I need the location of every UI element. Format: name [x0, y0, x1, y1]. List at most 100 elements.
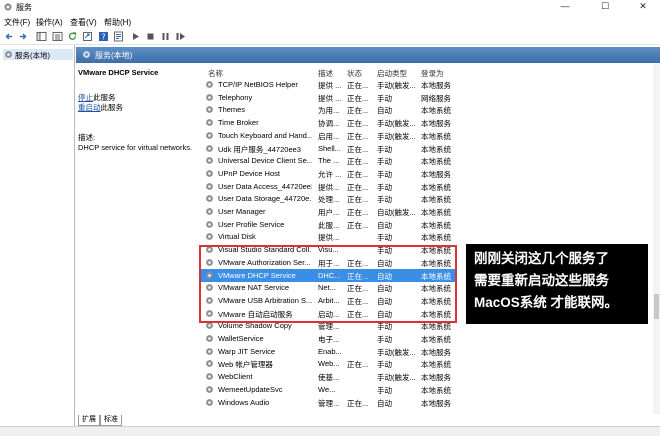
menu-file[interactable]: 文件(F)	[4, 17, 30, 28]
tab-standard[interactable]: 标准	[100, 415, 122, 426]
cell-desc: The ...	[318, 156, 340, 166]
annotation-line-3: MacOS系统 才能联网。	[474, 295, 619, 310]
cell-desc: 协调...	[318, 119, 340, 129]
tab-extended[interactable]: 扩展	[78, 415, 100, 426]
stop-link[interactable]: 停止	[78, 93, 93, 102]
scrollbar-thumb[interactable]	[654, 294, 659, 319]
cell-logon: 网络服务	[421, 93, 451, 103]
table-row[interactable]: Warp JIT Service Enab... 手动(触发... 本地服务	[200, 345, 455, 358]
cell-logon: 本地系统	[421, 131, 451, 141]
table-row[interactable]: UPnP Device Host 允许 ... 正在... 手动 本地服务	[200, 167, 455, 180]
cell-status: 正在...	[347, 195, 369, 205]
maximize-button[interactable]: ☐	[592, 0, 618, 14]
cell-desc: Web...	[318, 359, 340, 369]
table-row[interactable]: WemeetUpdateSvc We... 手动 本地系统	[200, 383, 455, 396]
cell-name: Virtual Disk	[218, 232, 256, 242]
annotation-line-1: 刚刚关闭这几个服务了	[474, 251, 609, 266]
forward-arrow-icon[interactable]	[17, 31, 28, 42]
table-row[interactable]: User Data Access_44720ee3 提供... 正在... 手动 本地系…	[200, 180, 455, 193]
cell-name: Touch Keyboard and Hand...	[218, 130, 312, 140]
service-gear-icon	[206, 385, 213, 393]
table-row[interactable]: Virtual Disk 提供... 手动 本地系统	[200, 230, 455, 243]
list-icon[interactable]	[52, 31, 63, 42]
cell-status: 正在...	[347, 106, 369, 116]
restart-icon[interactable]	[175, 31, 186, 42]
restart-link[interactable]: 重启动	[78, 103, 101, 112]
table-row[interactable]: Udk 用户服务_44720ee3 Shell... 正在... 手动 本地系统	[200, 142, 455, 155]
close-button[interactable]: ✕	[630, 0, 656, 14]
back-arrow-icon[interactable]	[4, 31, 15, 42]
minimize-button[interactable]: —	[552, 0, 578, 14]
cell-startup: 自动	[377, 220, 392, 230]
cell-name: WalletService	[218, 334, 264, 343]
cell-name: User Data Storage_44720e...	[218, 194, 312, 204]
cell-name: WemeetUpdateSvc	[218, 384, 283, 394]
cell-desc: 启用...	[318, 131, 340, 141]
table-row[interactable]: WebClient 使基... 手动(触发... 本地服务	[200, 370, 455, 383]
cell-startup: 手动	[377, 93, 392, 103]
cell-startup: 手动	[377, 195, 392, 205]
cell-status: 正在...	[347, 208, 369, 217]
pause-icon[interactable]	[160, 31, 171, 42]
stop-icon[interactable]	[145, 31, 156, 42]
pane-header: 服务(本地)	[76, 47, 660, 63]
cell-name: User Manager	[218, 207, 266, 216]
cell-name: Themes	[218, 105, 246, 115]
cell-name: Telephony	[218, 92, 253, 102]
table-row[interactable]: TCP/IP NetBIOS Helper 提供 ... 正在... 手动(触发...…	[200, 78, 455, 91]
play-icon[interactable]	[130, 31, 141, 42]
table-row[interactable]: User Profile Service 此服... 正在... 自动 本地系统	[200, 218, 455, 231]
cell-logon: 本地系统	[421, 220, 451, 230]
vertical-scrollbar[interactable]	[653, 64, 660, 414]
cell-logon: 本地系统	[421, 233, 451, 243]
table-row[interactable]: Windows Audio 管理... 正在... 自动 本地服务	[200, 396, 455, 409]
table-row[interactable]: Telephony 提供 ... 正在... 手动 网络服务	[200, 91, 455, 104]
cell-desc: 此服...	[318, 220, 340, 230]
service-gear-icon	[206, 360, 213, 368]
table-row[interactable]: Time Broker 协调... 正在... 手动(触发... 本地服务	[200, 116, 455, 129]
cell-logon: 本地服务	[421, 398, 451, 408]
services-gear-icon	[4, 3, 12, 11]
cell-startup: 手动(触发...	[377, 131, 416, 141]
help-icon[interactable]: ?	[98, 31, 109, 42]
tree-item-services-local[interactable]: 服务(本地)	[3, 49, 73, 60]
cell-logon: 本地服务	[421, 169, 451, 179]
service-gear-icon	[206, 157, 213, 165]
table-row[interactable]: Themes 为用... 正在... 自动 本地系统	[200, 103, 455, 116]
annotation-callout: 刚刚关闭这几个服务了 需要重新启动这些服务 MacOS系统 才能联网。	[466, 244, 648, 324]
cell-startup: 手动	[377, 360, 392, 370]
table-row[interactable]: User Data Storage_44720e... 处理... 正在... 手动 本…	[200, 192, 455, 205]
table-row[interactable]: Web 帐户管理器 Web... 正在... 手动 本地系统	[200, 357, 455, 370]
cell-logon: 本地系统	[421, 335, 451, 344]
export-icon[interactable]	[82, 31, 93, 42]
cell-status: 正在...	[347, 220, 369, 230]
menu-view[interactable]: 查看(V)	[70, 17, 97, 28]
properties-icon[interactable]	[113, 31, 124, 42]
console-tree-icon[interactable]	[36, 31, 47, 42]
cell-logon: 本地系统	[421, 385, 451, 395]
cell-desc: 提供 ...	[318, 93, 342, 103]
service-gear-icon	[206, 208, 213, 215]
cell-desc: 提供...	[318, 233, 340, 243]
cell-startup: 手动(触发...	[377, 81, 416, 90]
cell-name: User Profile Service	[218, 219, 285, 229]
cell-logon: 本地系统	[421, 360, 451, 370]
table-row[interactable]: Universal Device Client Se... The ... 正在..…	[200, 154, 455, 167]
table-row[interactable]: Touch Keyboard and Hand... 启用... 正在... 手动(触…	[200, 129, 455, 142]
title-bar: 服务 — ☐ ✕	[0, 0, 660, 14]
menu-action[interactable]: 操作(A)	[36, 17, 63, 28]
table-row[interactable]: WalletService 电子... 手动 本地系统	[200, 332, 455, 345]
view-tabs: 扩展 标准	[76, 414, 660, 426]
menu-help[interactable]: 帮助(H)	[104, 17, 131, 28]
menu-bar: 文件(F) 操作(A) 查看(V) 帮助(H)	[0, 14, 660, 28]
cell-name: UPnP Device Host	[218, 168, 280, 178]
refresh-icon[interactable]	[67, 31, 78, 42]
cell-logon: 本地系统	[421, 106, 451, 116]
cell-status: 正在...	[347, 81, 369, 90]
annotation-line-2: 需要重新启动这些服务	[474, 273, 609, 288]
cell-name: WebClient	[218, 372, 253, 382]
table-row[interactable]: User Manager 用户... 正在... 自动(触发... 本地系统	[200, 205, 455, 218]
cell-logon: 本地系统	[421, 144, 451, 154]
cell-desc: 管理...	[318, 398, 340, 408]
cell-logon: 本地系统	[421, 208, 451, 217]
